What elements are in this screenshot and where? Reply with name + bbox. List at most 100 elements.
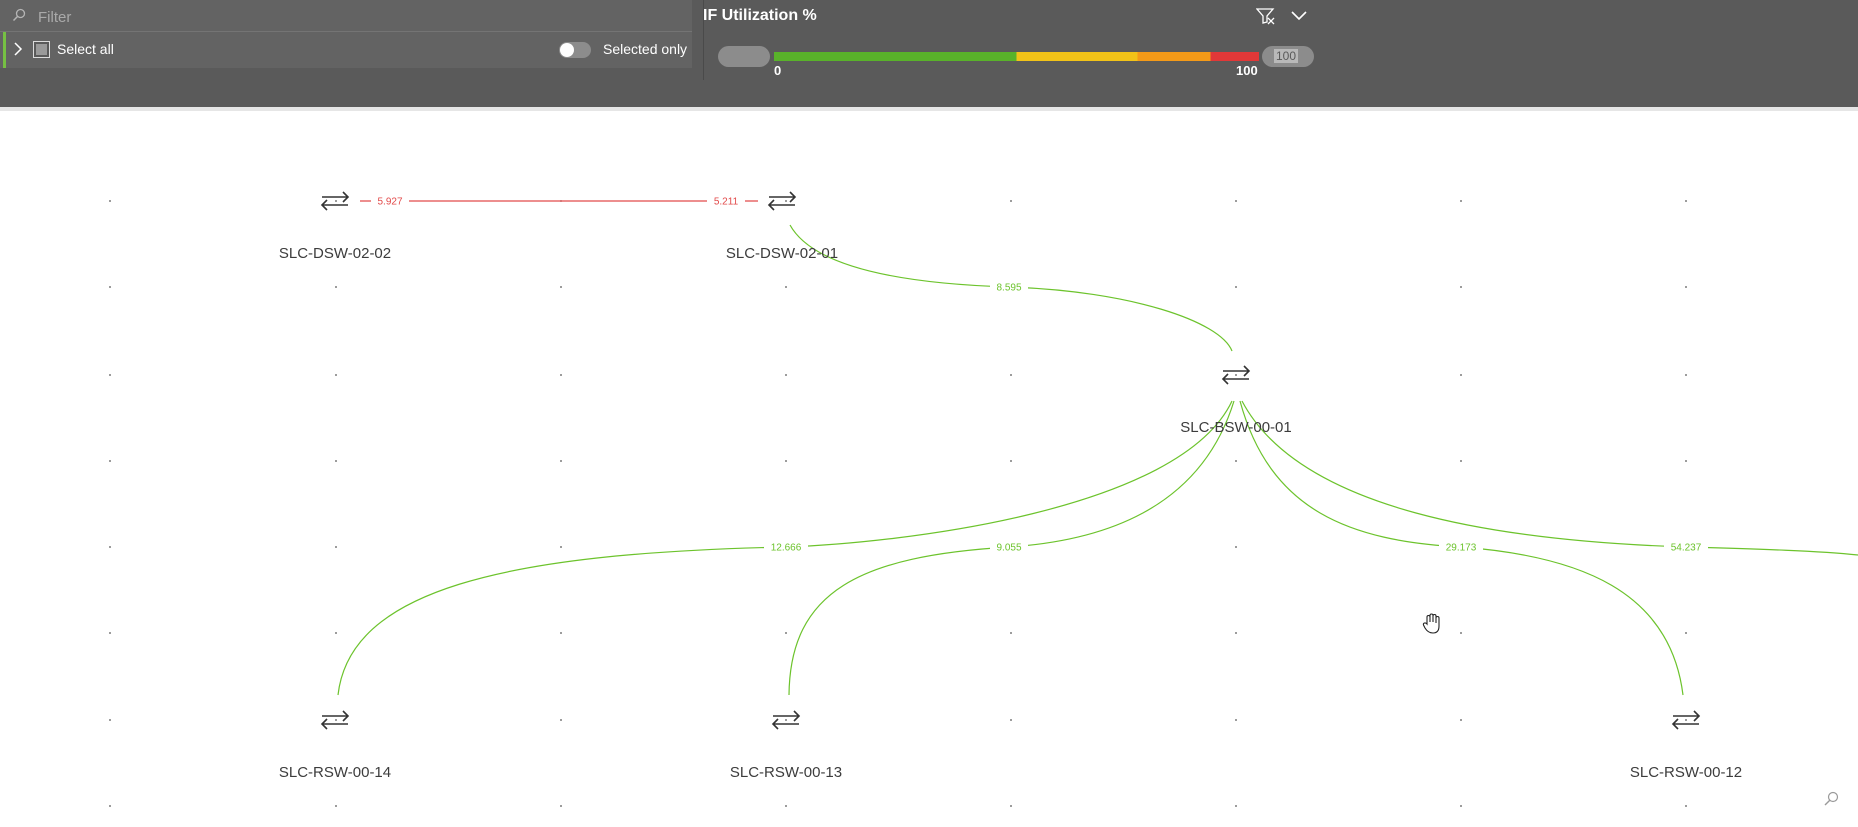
select-all-label: Select all (57, 41, 114, 57)
grid-dot (335, 632, 337, 634)
checkbox-indeterminate-fill (36, 44, 47, 55)
grid-dot (109, 805, 111, 807)
link-label-text: 54.237 (1671, 543, 1702, 554)
grid-dot (560, 805, 562, 807)
grid-dot (1010, 200, 1012, 202)
grid-dot (1235, 286, 1237, 288)
node-label: SLC-RSW-00-12 (1630, 764, 1742, 781)
link-SLC-BSW-00-01-offscreen[interactable] (1241, 400, 1858, 556)
link-label-text: 9.055 (996, 543, 1021, 554)
grid-dot (785, 286, 787, 288)
grid-dot (560, 286, 562, 288)
grid-dot (109, 546, 111, 548)
node-SLC-RSW-00-12[interactable]: SLC-RSW-00-12 (1630, 710, 1742, 781)
grid-dot (335, 719, 337, 721)
node-label: SLC-RSW-00-14 (279, 764, 391, 781)
link-label-text: 5.211 (714, 197, 739, 208)
switch-icon (767, 191, 797, 211)
legend-max-input[interactable]: 100 (1262, 46, 1314, 67)
grid-dot (1685, 200, 1687, 202)
grid-dot (1235, 460, 1237, 462)
grid-dot (1010, 805, 1012, 807)
node-SLC-BSW-00-01[interactable]: SLC-BSW-00-01 (1180, 365, 1292, 436)
grid-dot (335, 200, 337, 202)
grid-dot (1010, 719, 1012, 721)
selected-only-label: Selected only (603, 41, 688, 57)
grid-dot (1685, 374, 1687, 376)
grid-dot (560, 632, 562, 634)
select-all-row[interactable]: Select all Selected only (0, 32, 692, 68)
link-label: 8.595 (990, 280, 1028, 294)
link-labels-layer: 5.927 5.211 8.595 12.666 9.055 29.173 54.237 (371, 194, 1708, 554)
search-icon (12, 8, 26, 27)
legend-max-label: 100 (1236, 63, 1258, 78)
link-label-text: 29.173 (1446, 543, 1477, 554)
legend-min-input[interactable] (718, 46, 770, 67)
grid-dot (335, 460, 337, 462)
grid-dot (1685, 805, 1687, 807)
grid-dot (785, 805, 787, 807)
grid-dot (109, 632, 111, 634)
node-SLC-RSW-00-14[interactable]: SLC-RSW-00-14 (279, 710, 391, 781)
toggle-knob (560, 43, 574, 57)
filter-row (0, 0, 692, 32)
grid-dot (335, 374, 337, 376)
grid-dot (1685, 460, 1687, 462)
select-all-checkbox[interactable] (33, 41, 50, 58)
grid-dot (560, 374, 562, 376)
slicer-panel: Select all Selected only (0, 0, 692, 68)
link-label: 12.666 (764, 540, 808, 554)
hand-cursor-icon (1422, 613, 1442, 640)
grid-dot (1010, 460, 1012, 462)
grid-dot (1685, 719, 1687, 721)
grid-dot (1010, 374, 1012, 376)
grid-dot (1685, 632, 1687, 634)
grid-dot (109, 374, 111, 376)
legend-min-label: 0 (774, 63, 782, 78)
chevron-right-icon[interactable] (12, 41, 24, 62)
chevron-down-icon[interactable] (1290, 9, 1308, 27)
grid-dot (560, 719, 562, 721)
node-label: SLC-DSW-02-02 (279, 245, 391, 262)
utilization-gradient-bar (774, 52, 1259, 61)
network-topology-canvas[interactable]: 5.927 5.211 8.595 12.666 9.055 29.173 54.237 S… (0, 111, 1858, 827)
grid-dot (785, 374, 787, 376)
grid-dot (1460, 200, 1462, 202)
grid-dot (1460, 460, 1462, 462)
grid-dot (785, 460, 787, 462)
grid-dot (109, 286, 111, 288)
grid-dot (1460, 805, 1462, 807)
grid-dot (560, 460, 562, 462)
grid-dot (1235, 632, 1237, 634)
filter-input[interactable] (36, 7, 540, 27)
grid-dot (1235, 719, 1237, 721)
grid-dot (335, 546, 337, 548)
selected-only-toggle[interactable] (559, 42, 591, 58)
grid-dot (335, 805, 337, 807)
grid-dot (1235, 200, 1237, 202)
grid-dot (1460, 719, 1462, 721)
max-input-value: 100 (1274, 49, 1299, 63)
clear-filter-icon[interactable] (1255, 7, 1276, 30)
links-layer (337, 200, 1858, 696)
node-label: SLC-RSW-00-13 (730, 764, 842, 781)
visual-header-bar: Select all Selected only IF Utilization … (0, 0, 1858, 107)
node-SLC-RSW-00-13[interactable]: SLC-RSW-00-13 (730, 710, 842, 781)
grid-dot (1235, 374, 1237, 376)
grid-dot (1685, 286, 1687, 288)
grid-dot (785, 200, 787, 202)
grid-dot (1460, 286, 1462, 288)
legend-title: IF Utilization % (703, 7, 817, 24)
grid-dot (560, 546, 562, 548)
grid-dot (1010, 632, 1012, 634)
grid-dot (1460, 374, 1462, 376)
switch-icon (320, 191, 350, 211)
link-label-text: 12.666 (771, 543, 802, 554)
link-label: 5.927 (371, 194, 409, 208)
link-label: 5.211 (707, 194, 745, 208)
selection-accent (3, 32, 6, 68)
node-label: SLC-BSW-00-01 (1180, 419, 1291, 436)
grid-dot (109, 719, 111, 721)
zoom-icon[interactable] (1823, 791, 1839, 812)
link-label-text: 5.927 (377, 197, 402, 208)
